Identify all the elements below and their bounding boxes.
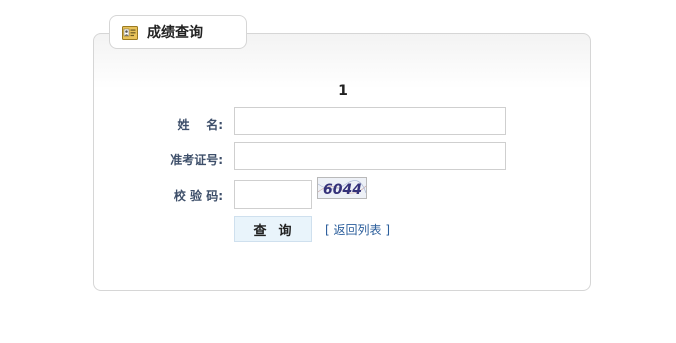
panel-title: 成绩查询 xyxy=(147,25,203,41)
back-to-list-label[interactable]: 返回列表 xyxy=(334,223,382,237)
bracket-close: ] xyxy=(385,223,391,237)
back-to-list-link[interactable]: [ 返回列表 ] xyxy=(325,221,390,238)
query-button[interactable]: 查 询 xyxy=(234,216,312,242)
name-label: 姓 名: xyxy=(177,118,223,132)
bracket-open: [ xyxy=(325,223,330,237)
captcha-text: 6044 xyxy=(323,182,362,198)
captcha-image[interactable]: 6044 xyxy=(317,177,367,199)
panel-tab: 成绩查询 xyxy=(109,15,247,49)
exam-id-input[interactable] xyxy=(234,142,506,170)
score-query-page: 成绩查询 1 姓 名: 准考证号: 校 验 码: 6044 查 询 [ 返回列表… xyxy=(0,0,676,343)
form-heading: 1 xyxy=(338,83,348,99)
captcha-label: 校 验 码: xyxy=(173,189,223,203)
id-card-icon xyxy=(122,25,138,40)
exam-id-label: 准考证号: xyxy=(170,153,223,167)
captcha-input[interactable] xyxy=(234,180,312,209)
name-input[interactable] xyxy=(234,107,506,135)
